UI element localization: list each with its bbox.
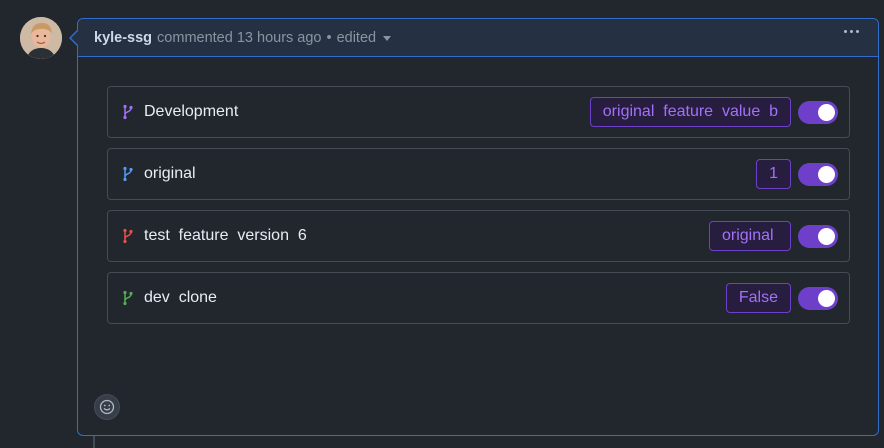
feature-value-tag: False xyxy=(725,283,791,313)
timeline-line xyxy=(93,436,95,448)
edited-dropdown[interactable]: edited xyxy=(337,30,392,46)
avatar-image xyxy=(20,17,62,59)
page: kyle-ssg commented 13 hours ago • edited… xyxy=(0,0,884,448)
comment-action: commented xyxy=(157,29,233,46)
feature-list: Development original feature value b ori… xyxy=(107,86,850,334)
feature-row: original 1 xyxy=(107,148,850,200)
feature-value-tag: original feature value b xyxy=(589,97,791,127)
feature-toggle[interactable] xyxy=(798,162,838,186)
kebab-menu-icon[interactable] xyxy=(844,30,859,33)
git-branch-icon xyxy=(123,104,133,120)
feature-name: Development xyxy=(144,103,239,120)
feature-toggle[interactable] xyxy=(798,224,838,248)
git-branch-icon xyxy=(123,166,133,182)
comment-box: kyle-ssg commented 13 hours ago • edited… xyxy=(77,18,879,436)
smiley-icon xyxy=(99,399,115,415)
feature-toggle[interactable] xyxy=(798,100,838,124)
comment-time[interactable]: 13 hours ago xyxy=(237,30,322,46)
avatar[interactable] xyxy=(20,17,62,59)
toggle-knob xyxy=(818,165,835,183)
add-reaction-button[interactable] xyxy=(94,394,120,420)
feature-toggle[interactable] xyxy=(798,286,838,310)
caret-down-icon xyxy=(383,36,392,41)
separator-dot: • xyxy=(326,29,332,46)
feature-row: dev clone False xyxy=(107,272,850,324)
feature-value-tag: 1 xyxy=(756,159,791,189)
feature-value-tag: original xyxy=(708,221,791,251)
toggle-knob xyxy=(818,103,835,121)
comment-header: kyle-ssg commented 13 hours ago • edited xyxy=(78,19,878,57)
author-link[interactable]: kyle-ssg xyxy=(94,30,152,46)
git-branch-icon xyxy=(123,228,133,244)
comment-arrow-fill xyxy=(71,31,78,45)
feature-name: test feature version 6 xyxy=(144,227,307,244)
feature-row: Development original feature value b xyxy=(107,86,850,138)
toggle-knob xyxy=(818,289,835,307)
feature-name: dev clone xyxy=(144,289,217,306)
git-branch-icon xyxy=(123,290,133,306)
feature-row: test feature version 6 original xyxy=(107,210,850,262)
toggle-knob xyxy=(818,227,835,245)
feature-name: original xyxy=(144,165,196,182)
edited-label: edited xyxy=(336,29,377,46)
